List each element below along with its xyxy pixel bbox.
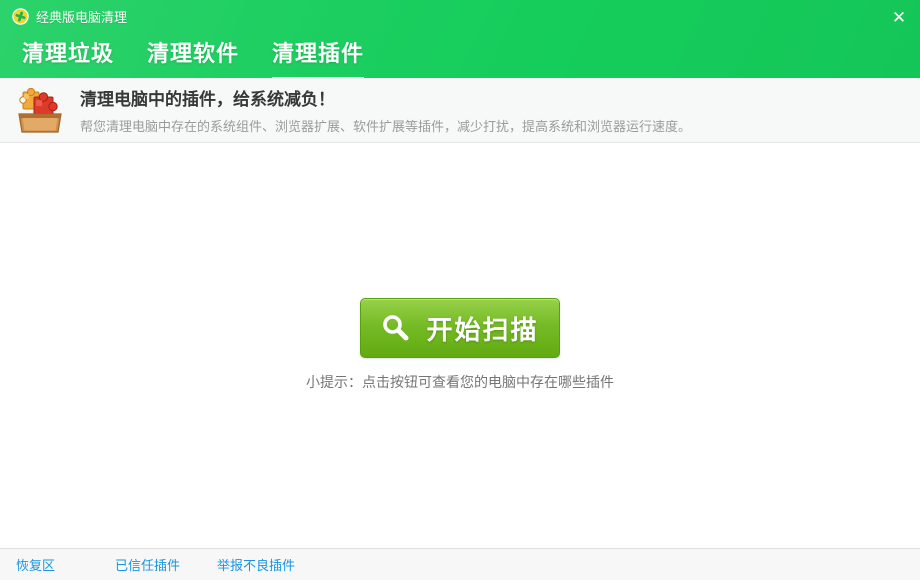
- banner-text: 清理电脑中的插件，给系统减负！ 帮您清理电脑中存在的系统组件、浏览器扩展、软件扩…: [80, 85, 691, 135]
- tab-clean-junk[interactable]: 清理垃圾: [22, 36, 114, 80]
- titlebar: 经典版电脑清理 ✕: [0, 0, 920, 32]
- main-content: 开始扫描 小提示：点击按钮可查看您的电脑中存在哪些插件: [0, 144, 920, 548]
- app-logo-icon: [12, 8, 29, 25]
- tab-bar: 清理垃圾 清理软件 清理插件: [22, 36, 364, 80]
- footer-link-report-bad-plugins[interactable]: 举报不良插件: [217, 555, 295, 574]
- banner: 清理电脑中的插件，给系统减负！ 帮您清理电脑中存在的系统组件、浏览器扩展、软件扩…: [0, 78, 920, 143]
- start-scan-label: 开始扫描: [426, 310, 538, 347]
- header: 经典版电脑清理 ✕ 清理垃圾 清理软件 清理插件: [0, 0, 920, 78]
- banner-title: 清理电脑中的插件，给系统减负！: [80, 85, 691, 110]
- footer-link-recovery-zone[interactable]: 恢复区: [16, 555, 55, 574]
- close-button[interactable]: ✕: [884, 4, 914, 30]
- tab-clean-software[interactable]: 清理软件: [147, 36, 239, 80]
- app-window: 经典版电脑清理 ✕ 清理垃圾 清理软件 清理插件: [0, 0, 920, 580]
- magnifier-icon: [381, 313, 411, 343]
- puzzle-box-icon: [14, 84, 66, 136]
- tip-text: 小提示：点击按钮可查看您的电脑中存在哪些插件: [0, 372, 920, 392]
- banner-subtitle: 帮您清理电脑中存在的系统组件、浏览器扩展、软件扩展等插件，减少打扰，提高系统和浏…: [80, 116, 691, 135]
- start-scan-button[interactable]: 开始扫描: [360, 298, 560, 358]
- footer: 恢复区 已信任插件 举报不良插件: [0, 548, 920, 580]
- footer-link-trusted-plugins[interactable]: 已信任插件: [115, 555, 180, 574]
- tab-clean-plugins[interactable]: 清理插件: [272, 36, 364, 80]
- window-title: 经典版电脑清理: [36, 7, 127, 26]
